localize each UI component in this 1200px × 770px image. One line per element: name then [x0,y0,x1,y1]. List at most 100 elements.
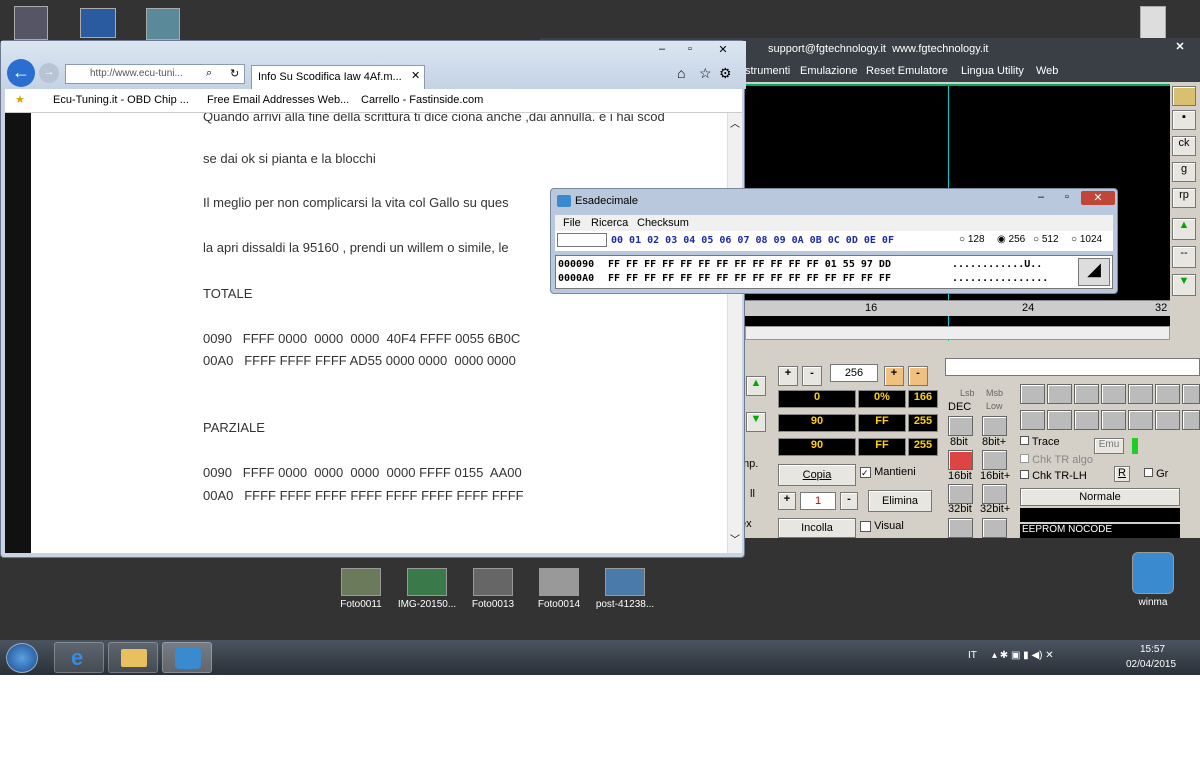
maximize-button[interactable]: ▫ [677,43,703,57]
bit-slot[interactable] [982,484,1007,504]
menu-item[interactable]: Utility [997,65,1024,77]
minimize-button[interactable]: – [1029,191,1053,205]
minus-button[interactable]: - [840,492,858,510]
winma-shortcut[interactable]: winma [1118,552,1188,608]
scroll-down-icon[interactable]: ﹀ [730,531,740,546]
counter-field[interactable]: 1 [800,492,836,510]
hex-menu-checksum[interactable]: Checksum [637,217,689,229]
hex-menu-file[interactable]: File [563,217,581,229]
taskbar-explorer-button[interactable] [108,642,158,673]
bit-slot[interactable] [982,450,1007,470]
memory-slot[interactable] [1128,384,1153,404]
normale-button[interactable]: Normale [1020,488,1180,506]
menu-item[interactable]: Web [1036,65,1058,77]
close-icon[interactable]: ✕ [1160,40,1200,58]
bit-slot[interactable] [948,484,973,504]
g-button[interactable]: g [1172,162,1196,182]
address-input[interactable] [557,233,607,247]
hex-menu-ricerca[interactable]: Ricerca [591,217,628,229]
elimina-button[interactable]: Elimina [868,490,932,512]
emu-button[interactable]: Emu [1094,438,1124,454]
minus-button[interactable]: - [802,366,822,386]
memory-slot[interactable] [1155,384,1180,404]
incolla-button[interactable]: Incolla [778,518,856,538]
memory-slot[interactable] [1074,384,1099,404]
arrow-up-icon[interactable]: ▲ [1172,218,1196,240]
hex-grid[interactable]: 000090 FF FF FF FF FF FF FF FF FF FF FF … [555,255,1113,289]
bit-slot[interactable] [948,518,973,538]
recycle-bin-icon[interactable] [14,6,48,40]
memory-slot[interactable] [1182,384,1200,404]
memory-slot[interactable] [1074,410,1099,430]
menu-item[interactable]: Reset Emulatore [866,65,948,77]
tab-close-icon[interactable]: ✕ [411,69,420,82]
row-bytes[interactable]: FF FF FF FF FF FF FF FF FF FF FF FF FF F… [608,273,891,284]
open-folder-button[interactable] [1172,86,1196,106]
r-button[interactable]: R [1114,466,1130,482]
favorites-star-icon[interactable]: ★ [15,93,25,106]
bit-slot[interactable] [948,416,973,436]
arrow-down-icon[interactable]: ▼ [1172,274,1196,296]
bit-slot[interactable] [982,416,1007,436]
address-bar[interactable]: http://www.ecu-tuni... ⌕ ↻ [65,64,245,84]
desktop-file-icon[interactable]: Foto0011 [326,568,396,610]
taskbar-ie-button[interactable]: e [54,642,104,673]
scroll-up-icon[interactable]: ︿ [730,115,740,130]
visual-checkbox[interactable]: Visual [860,520,938,538]
checkbox-box[interactable] [1020,436,1029,445]
memory-slot[interactable] [1020,410,1045,430]
memory-slot[interactable] [1101,410,1126,430]
row-bytes[interactable]: FF FF FF FF FF FF FF FF FF FF FF FF 01 5… [608,259,891,270]
refresh-icon[interactable]: ↻ [230,67,239,80]
checkbox-box[interactable] [1020,454,1029,463]
checkbox-box[interactable]: ✓ [860,466,871,478]
computer-icon[interactable] [80,8,116,38]
plus-button[interactable]: + [778,366,798,386]
desktop-file-icon[interactable]: Foto0013 [458,568,528,610]
mantieni-checkbox[interactable]: ✓ Mantieni [860,466,938,484]
memory-slot[interactable] [1047,410,1072,430]
up-arrow-icon[interactable]: ▲ [746,376,766,396]
back-button[interactable]: ← [7,59,35,87]
down-arrow-icon[interactable]: ▼ [746,412,766,432]
close-button[interactable]: ✕ [1081,191,1115,205]
plus-button[interactable]: + [884,366,904,386]
checkbox-box[interactable] [1144,468,1153,477]
size-radio-1024[interactable]: ○ 1024 [1071,234,1102,245]
memory-slot[interactable] [1047,384,1072,404]
value-field[interactable]: 256 [830,364,878,382]
minus-button[interactable]: - [908,366,928,386]
taskbar-fgtech-button[interactable] [162,642,212,673]
gear-icon[interactable]: ⚙ [719,65,732,82]
select-box[interactable] [945,358,1200,376]
favorite-link[interactable]: Carrello - Fastinside.com [361,94,483,106]
ck-button[interactable]: ck [1172,136,1196,156]
home-icon[interactable]: ⌂ [677,65,685,81]
close-button[interactable]: ✕ [705,43,741,57]
file-icon[interactable] [1140,6,1166,40]
maximize-button[interactable]: ▫ [1055,191,1079,205]
dash-button[interactable]: -- [1172,246,1196,268]
rp-button[interactable]: rp [1172,188,1196,208]
clock-date[interactable]: 02/04/2015 [1126,659,1176,670]
lsb-radio[interactable]: Lsb [960,388,975,398]
vertical-scrollbar[interactable]: ︿ ﹀ [727,113,742,553]
save-button[interactable]: ▪ [1172,110,1196,130]
menu-item[interactable]: Emulazione [800,65,857,77]
msb-radio[interactable]: Msb [986,388,1003,398]
tab-info-scodifica[interactable]: Info Su Scodifica Iaw 4Af.m... [251,65,425,89]
tray-icons[interactable]: ▴ ✱ ▣ ▮ ◀) ✕ [992,650,1054,661]
start-button[interactable] [6,643,38,673]
memory-slot[interactable] [1020,384,1045,404]
plus-button[interactable]: + [778,492,796,510]
bit-slot[interactable] [948,450,973,470]
favorite-link[interactable]: Free Email Addresses Web... [207,94,349,106]
scroll-indicator-icon[interactable]: ◢ [1078,258,1110,286]
star-icon[interactable]: ☆ [699,65,712,82]
forward-button[interactable]: → [39,63,59,83]
checkbox-box[interactable] [1020,470,1029,479]
desktop-file-icon[interactable]: post-41238... [590,568,660,610]
minimize-button[interactable]: – [649,43,675,57]
size-radio-512[interactable]: ○ 512 [1033,234,1059,245]
memory-slot[interactable] [1182,410,1200,430]
